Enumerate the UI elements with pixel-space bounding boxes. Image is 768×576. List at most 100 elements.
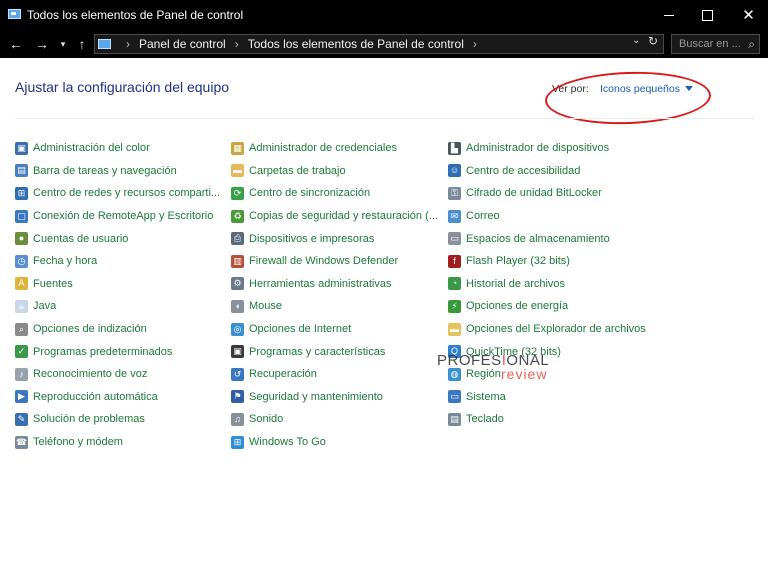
control-panel-item[interactable]: ☕ Java bbox=[15, 295, 220, 318]
control-panel-item[interactable]: ▭ Espacios de almacenamiento bbox=[448, 227, 646, 250]
breadcrumb-separator[interactable]: › bbox=[235, 37, 239, 51]
work-folders-icon: ▬ bbox=[231, 164, 244, 178]
control-panel-icon bbox=[98, 39, 111, 49]
sound-icon: ♫ bbox=[231, 412, 244, 426]
control-panel-item[interactable]: ✓ Programas predeterminados bbox=[15, 340, 220, 363]
control-panel-item[interactable]: ▣ Administración del color bbox=[15, 137, 220, 160]
chevron-down-icon: ▾ bbox=[60, 39, 66, 49]
control-panel-item[interactable]: ◔ Historial de archivos bbox=[448, 273, 646, 296]
breadcrumb-separator[interactable]: › bbox=[473, 37, 477, 51]
control-panel-item-label: Barra de tareas y navegación bbox=[33, 164, 177, 177]
control-panel-item-label: Windows To Go bbox=[249, 436, 326, 449]
color-management-icon: ▣ bbox=[15, 141, 28, 155]
control-panel-item[interactable]: ▤ Barra de tareas y navegación bbox=[15, 160, 220, 183]
control-panel-item[interactable]: ◎ Opciones de Internet bbox=[231, 318, 438, 341]
autoplay-icon: ▶ bbox=[15, 390, 28, 404]
control-panel-item[interactable]: ▢ Conexión de RemoteApp y Escritorio bbox=[15, 205, 220, 228]
items-column-3: ▙ Administrador de dispositivos ☺ Centro de… bbox=[448, 137, 646, 431]
back-button[interactable]: ← bbox=[8, 35, 24, 53]
control-panel-item[interactable]: ▬ Carpetas de trabajo bbox=[231, 160, 438, 183]
search-input[interactable]: Buscar en ... ⌕ bbox=[671, 34, 760, 54]
keyboard-icon: ▤ bbox=[448, 412, 461, 426]
control-panel-item[interactable]: ▬ Opciones del Explorador de archivos bbox=[448, 318, 646, 341]
title-bar: Todos los elementos de Panel de control … bbox=[0, 0, 768, 30]
control-panel-item[interactable]: ♻ Copias de seguridad y restauración (... bbox=[231, 205, 438, 228]
control-panel-item[interactable]: ♪ Reconocimiento de voz bbox=[15, 363, 220, 386]
windows-to-go-icon: ⊞ bbox=[231, 435, 244, 449]
breadcrumb: › Panel de control › Todos los elementos… bbox=[117, 37, 486, 51]
control-panel-item[interactable]: ☎ Teléfono y módem bbox=[15, 431, 220, 454]
control-panel-item[interactable]: ▭ Sistema bbox=[448, 386, 646, 409]
refresh-button[interactable]: ↻ bbox=[648, 34, 658, 48]
control-panel-item-label: Correo bbox=[466, 210, 500, 223]
recent-locations-button[interactable]: ▾ bbox=[58, 35, 68, 53]
control-panel-item[interactable]: A Fuentes bbox=[15, 273, 220, 296]
control-panel-item[interactable]: ⎙ Dispositivos e impresoras bbox=[231, 227, 438, 250]
control-panel-item[interactable]: ☺ Centro de accesibilidad bbox=[448, 160, 646, 183]
control-panel-item[interactable]: ⟳ Centro de sincronización bbox=[231, 182, 438, 205]
control-panel-item[interactable]: ⚡ Opciones de energía bbox=[448, 295, 646, 318]
control-panel-item-label: Mouse bbox=[249, 300, 283, 313]
up-button[interactable]: ↑ bbox=[74, 35, 90, 53]
control-panel-item-label: Opciones de energía bbox=[466, 300, 569, 313]
control-panel-item[interactable]: ▙ Administrador de dispositivos bbox=[448, 137, 646, 160]
backup-icon: ♻ bbox=[231, 209, 244, 223]
address-bar[interactable]: › Panel de control › Todos los elementos… bbox=[94, 34, 664, 54]
page-title: Ajustar la configuración del equipo bbox=[15, 79, 230, 95]
explorer-options-icon: ▬ bbox=[448, 322, 461, 336]
control-panel-item-label: Recuperación bbox=[249, 368, 317, 381]
power-options-icon: ⚡ bbox=[448, 299, 461, 313]
recovery-icon: ↺ bbox=[231, 367, 244, 381]
control-panel-item[interactable]: ⚙ Herramientas administrativas bbox=[231, 273, 438, 296]
control-panel-item-label: Administración del color bbox=[33, 142, 150, 155]
system-icon: ▭ bbox=[448, 390, 461, 404]
control-panel-item[interactable]: ⊞ Windows To Go bbox=[231, 431, 438, 454]
control-panel-item[interactable]: ▣ Programas y características bbox=[231, 340, 438, 363]
control-panel-item[interactable]: ⊞ Centro de redes y recursos comparti... bbox=[15, 182, 220, 205]
forward-button[interactable]: → bbox=[34, 35, 50, 53]
control-panel-item-label: Java bbox=[33, 300, 57, 313]
control-panel-item[interactable]: ⚑ Seguridad y mantenimiento bbox=[231, 386, 438, 409]
items-column-1: ▣ Administración del color ▤ Barra de tarea… bbox=[15, 137, 220, 453]
control-panel-item[interactable]: ▤ Teclado bbox=[448, 408, 646, 431]
maximize-icon bbox=[702, 9, 713, 21]
address-dropdown-button[interactable]: ⌄ bbox=[632, 35, 640, 46]
control-panel-item[interactable]: ▦ Administrador de credenciales bbox=[231, 137, 438, 160]
control-panel-item[interactable]: ◖ Mouse bbox=[231, 295, 438, 318]
close-icon: ✕ bbox=[742, 6, 755, 24]
control-panel-item[interactable]: ▶ Reproducción automática bbox=[15, 386, 220, 409]
control-panel-item-label: Sistema bbox=[466, 390, 506, 403]
control-panel-item[interactable]: ✉ Correo bbox=[448, 205, 646, 228]
user-accounts-icon: ● bbox=[15, 232, 28, 246]
control-panel-item[interactable]: ⌕ Opciones de indización bbox=[15, 318, 220, 341]
control-panel-item[interactable]: ✎ Solución de problemas bbox=[15, 408, 220, 431]
storage-spaces-icon: ▭ bbox=[448, 232, 461, 246]
internet-options-icon: ◎ bbox=[231, 322, 244, 336]
control-panel-item-label: Teléfono y módem bbox=[33, 436, 123, 449]
search-icon: ⌕ bbox=[748, 37, 755, 51]
flash-player-icon: f bbox=[448, 254, 461, 268]
network-center-icon: ⊞ bbox=[15, 186, 28, 200]
default-programs-icon: ✓ bbox=[15, 345, 28, 359]
close-button[interactable]: ✕ bbox=[726, 0, 768, 30]
control-panel-item[interactable]: ⚿ Cifrado de unidad BitLocker bbox=[448, 182, 646, 205]
control-panel-item-label: Reconocimiento de voz bbox=[33, 368, 148, 381]
control-panel-item-label: Opciones de Internet bbox=[249, 323, 352, 336]
breadcrumb-all-items[interactable]: Todos los elementos de Panel de control bbox=[248, 37, 464, 51]
troubleshooting-icon: ✎ bbox=[15, 412, 28, 426]
control-panel-item-label: Reproducción automática bbox=[33, 390, 158, 403]
control-panel-item[interactable]: f Flash Player (32 bits) bbox=[448, 250, 646, 273]
control-panel-item[interactable]: ♫ Sonido bbox=[231, 408, 438, 431]
maximize-button[interactable] bbox=[685, 0, 730, 30]
control-panel-item[interactable]: ◷ Fecha y hora bbox=[15, 250, 220, 273]
control-panel-item[interactable]: ▥ Firewall de Windows Defender bbox=[231, 250, 438, 273]
control-panel-item[interactable]: ↺ Recuperación bbox=[231, 363, 438, 386]
indexing-icon: ⌕ bbox=[15, 322, 28, 336]
control-panel-item-label: Sonido bbox=[249, 413, 284, 426]
control-panel-item-label: Centro de redes y recursos comparti... bbox=[33, 187, 221, 200]
breadcrumb-control-panel[interactable]: Panel de control bbox=[139, 37, 226, 51]
control-panel-item[interactable]: ● Cuentas de usuario bbox=[15, 227, 220, 250]
arrow-up-icon: ↑ bbox=[78, 36, 86, 52]
region-icon: ◍ bbox=[448, 367, 461, 381]
breadcrumb-separator[interactable]: › bbox=[126, 37, 130, 51]
